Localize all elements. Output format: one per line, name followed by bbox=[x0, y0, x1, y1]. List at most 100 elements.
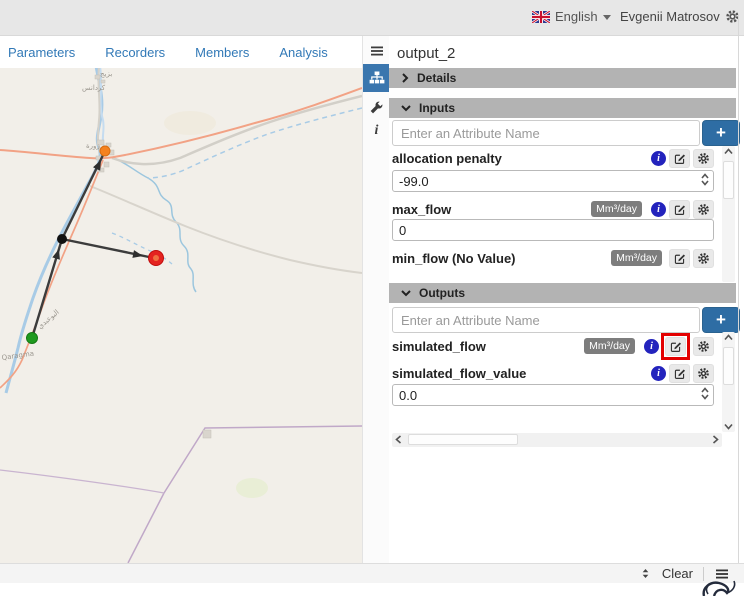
inputs-attribute-name-input[interactable] bbox=[392, 120, 700, 146]
chevron-down-icon bbox=[401, 289, 411, 297]
pencil-square-icon bbox=[673, 152, 686, 165]
attr-name: min_flow (No Value) bbox=[392, 251, 611, 266]
map-node-orange[interactable] bbox=[100, 146, 110, 156]
scroll-right-icon[interactable] bbox=[712, 435, 719, 444]
gear-icon bbox=[697, 252, 710, 265]
main-nav: Parameters Recorders Members Analysis bbox=[0, 36, 362, 68]
map-node-black[interactable] bbox=[57, 234, 67, 244]
tool-strip: i bbox=[362, 36, 389, 563]
chevron-down-icon bbox=[401, 104, 411, 112]
allocation-penalty-value-input[interactable] bbox=[392, 170, 714, 192]
horizontal-scrollbar[interactable] bbox=[392, 433, 722, 447]
info-icon[interactable]: i bbox=[651, 202, 666, 217]
wrench-icon bbox=[369, 100, 384, 115]
pencil-square-icon bbox=[673, 367, 686, 380]
attr-row-max-flow: max_flow Mm³/day i bbox=[392, 197, 714, 221]
highlight-rectangle bbox=[661, 333, 690, 360]
pencil-square-icon bbox=[669, 340, 682, 353]
scrollbar-thumb[interactable] bbox=[723, 161, 734, 199]
spinner-up-icon[interactable] bbox=[701, 387, 709, 393]
attr-name: simulated_flow bbox=[392, 339, 584, 354]
network-map[interactable]: بزيج كردانس زورة البوعبدي Qaragma bbox=[0, 68, 362, 563]
chevron-down-icon bbox=[603, 15, 611, 20]
spinner-down-icon[interactable] bbox=[701, 180, 709, 186]
section-outputs-label: Outputs bbox=[419, 286, 465, 300]
inputs-add-attribute-row: + bbox=[392, 120, 740, 146]
nav-item-recorders[interactable]: Recorders bbox=[105, 45, 165, 60]
attr-row-min-flow: min_flow (No Value) Mm³/day bbox=[392, 246, 714, 270]
map-node-green[interactable] bbox=[27, 333, 38, 344]
scroll-left-icon[interactable] bbox=[395, 435, 402, 444]
attr-name: simulated_flow_value bbox=[392, 366, 646, 381]
nav-item-parameters[interactable]: Parameters bbox=[8, 45, 75, 60]
map-green-patch bbox=[236, 478, 268, 498]
map-beige-patch bbox=[164, 111, 216, 135]
language-selector[interactable]: English bbox=[532, 9, 611, 24]
scroll-up-icon[interactable] bbox=[724, 334, 733, 341]
settings-button[interactable] bbox=[693, 364, 714, 383]
edit-button-highlighted[interactable] bbox=[665, 337, 686, 356]
info-icon: i bbox=[375, 123, 379, 139]
map-label-3: زورة bbox=[86, 142, 100, 150]
spinner-down-icon[interactable] bbox=[701, 394, 709, 400]
tools-tab[interactable] bbox=[363, 98, 390, 116]
simulated-flow-value-input[interactable] bbox=[392, 384, 714, 406]
unit-badge: Mm³/day bbox=[591, 201, 642, 217]
hamburger-icon bbox=[369, 43, 385, 59]
section-inputs-label: Inputs bbox=[419, 101, 455, 115]
menu-toggle-button[interactable] bbox=[363, 42, 390, 60]
scrollbar-thumb[interactable] bbox=[408, 434, 518, 445]
number-spinner[interactable] bbox=[701, 387, 709, 400]
settings-button[interactable] bbox=[693, 337, 714, 356]
node-title: output_2 bbox=[397, 45, 455, 62]
attr-row-allocation-penalty: allocation penalty i bbox=[392, 146, 714, 170]
node-properties-panel: output_2 Details Inputs + allocation pen… bbox=[389, 36, 744, 563]
section-details-label: Details bbox=[417, 71, 456, 85]
number-spinner[interactable] bbox=[701, 173, 709, 186]
pencil-square-icon bbox=[673, 203, 686, 216]
attr-value-row bbox=[392, 219, 714, 241]
unit-badge: Mm³/day bbox=[611, 250, 662, 266]
gear-icon bbox=[697, 367, 710, 380]
scroll-down-icon[interactable] bbox=[724, 423, 733, 430]
info-icon[interactable]: i bbox=[651, 151, 666, 166]
outputs-add-button[interactable]: + bbox=[702, 307, 740, 333]
sort-icon[interactable] bbox=[639, 567, 652, 580]
nav-item-members[interactable]: Members bbox=[195, 45, 249, 60]
gear-icon bbox=[697, 152, 710, 165]
info-icon[interactable]: i bbox=[644, 339, 659, 354]
edit-button[interactable] bbox=[669, 149, 690, 168]
settings-button[interactable] bbox=[693, 200, 714, 219]
app-window: English Evgenii Matrosov Parameters Reco… bbox=[0, 0, 744, 596]
outputs-vertical-scrollbar[interactable] bbox=[722, 332, 735, 432]
section-inputs[interactable]: Inputs bbox=[389, 98, 736, 118]
edit-button[interactable] bbox=[669, 200, 690, 219]
section-details[interactable]: Details bbox=[389, 68, 736, 88]
scrollbar-thumb[interactable] bbox=[723, 347, 734, 385]
scroll-up-icon[interactable] bbox=[724, 148, 733, 155]
section-outputs[interactable]: Outputs bbox=[389, 283, 736, 303]
edit-button[interactable] bbox=[669, 364, 690, 383]
user-menu[interactable]: Evgenii Matrosov bbox=[620, 9, 740, 24]
network-tab-active[interactable] bbox=[363, 64, 390, 92]
map-node-red-center bbox=[153, 255, 159, 261]
inputs-add-button[interactable]: + bbox=[702, 120, 740, 146]
info-icon[interactable]: i bbox=[651, 366, 666, 381]
inputs-vertical-scrollbar[interactable] bbox=[722, 146, 735, 282]
edit-button[interactable] bbox=[669, 249, 690, 268]
user-name: Evgenii Matrosov bbox=[620, 9, 720, 24]
gear-icon bbox=[697, 340, 710, 353]
gear-icon bbox=[697, 203, 710, 216]
max-flow-value-input[interactable] bbox=[392, 219, 714, 241]
settings-button[interactable] bbox=[693, 249, 714, 268]
uk-flag-icon bbox=[532, 11, 550, 23]
chevron-right-icon bbox=[401, 73, 409, 83]
attr-name: max_flow bbox=[392, 202, 591, 217]
settings-button[interactable] bbox=[693, 149, 714, 168]
nav-item-analysis[interactable]: Analysis bbox=[279, 45, 327, 60]
spinner-up-icon[interactable] bbox=[701, 173, 709, 179]
info-tab[interactable]: i bbox=[363, 122, 390, 140]
outputs-attribute-name-input[interactable] bbox=[392, 307, 700, 333]
pencil-square-icon bbox=[673, 252, 686, 265]
clear-button[interactable]: Clear bbox=[662, 566, 693, 581]
